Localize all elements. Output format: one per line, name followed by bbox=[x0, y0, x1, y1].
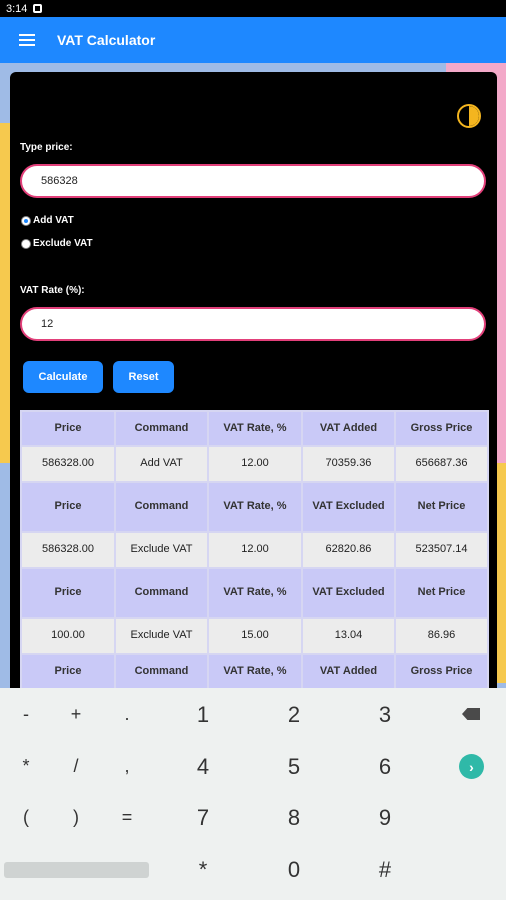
theme-toggle-icon[interactable] bbox=[457, 104, 481, 128]
header-cell: Net Price bbox=[394, 481, 489, 533]
header-cell: Command bbox=[114, 410, 209, 447]
backspace-icon[interactable] bbox=[462, 708, 480, 720]
header-cell: Price bbox=[20, 410, 116, 447]
header-cell: VAT Excluded bbox=[301, 481, 396, 533]
table-cell: Add VAT bbox=[114, 445, 209, 483]
table-cell: 100.00 bbox=[20, 617, 116, 655]
calculator-card: Type price: 586328 Add VAT Exclude VAT V… bbox=[10, 72, 497, 688]
header-cell: VAT Added bbox=[301, 410, 396, 447]
reset-button[interactable]: Reset bbox=[113, 361, 174, 393]
header-cell: Command bbox=[114, 567, 209, 619]
table-cell: 13.04 bbox=[301, 617, 396, 655]
key-9[interactable]: 9 bbox=[372, 805, 398, 831]
radio-exclude-vat-label: Exclude VAT bbox=[33, 238, 93, 249]
rate-input[interactable]: 12 bbox=[20, 307, 486, 341]
table-cell: 12.00 bbox=[207, 531, 303, 569]
app-bar: VAT Calculator bbox=[0, 17, 506, 63]
table-cell: 523507.14 bbox=[394, 531, 489, 569]
header-cell: VAT Rate, % bbox=[207, 653, 303, 688]
table-cell: 586328.00 bbox=[20, 531, 116, 569]
radio-unchecked-icon bbox=[21, 238, 31, 249]
key-plus[interactable]: + bbox=[66, 704, 86, 725]
key-close-paren[interactable]: ) bbox=[66, 807, 86, 828]
radio-add-vat[interactable]: Add VAT bbox=[21, 215, 74, 226]
key-7[interactable]: 7 bbox=[190, 805, 216, 831]
rate-label: VAT Rate (%): bbox=[20, 285, 85, 296]
radio-add-vat-label: Add VAT bbox=[33, 215, 74, 226]
price-input[interactable]: 586328 bbox=[20, 164, 486, 198]
header-cell: VAT Rate, % bbox=[207, 567, 303, 619]
key-3[interactable]: 3 bbox=[372, 702, 398, 728]
status-time: 3:14 bbox=[6, 2, 28, 15]
key-comma[interactable]: , bbox=[117, 756, 137, 777]
key-dot[interactable]: . bbox=[117, 704, 137, 725]
header-cell: VAT Added bbox=[301, 653, 396, 688]
header-cell: Gross Price bbox=[394, 653, 489, 688]
key-5[interactable]: 5 bbox=[281, 754, 307, 780]
table-header-row: Price Command VAT Rate, % VAT Excluded N… bbox=[20, 567, 489, 619]
key-open-paren[interactable]: ( bbox=[16, 807, 36, 828]
key-2[interactable]: 2 bbox=[281, 702, 307, 728]
calculate-button[interactable]: Calculate bbox=[23, 361, 103, 393]
table-cell: 12.00 bbox=[207, 445, 303, 483]
header-cell: VAT Excluded bbox=[301, 567, 396, 619]
table-cell: 656687.36 bbox=[394, 445, 489, 483]
header-cell: Gross Price bbox=[394, 410, 489, 447]
key-hash[interactable]: # bbox=[372, 857, 398, 883]
table-cell: 586328.00 bbox=[20, 445, 116, 483]
table-row: 586328.00 Add VAT 12.00 70359.36 656687.… bbox=[20, 445, 489, 483]
notification-icon bbox=[33, 4, 43, 13]
key-4[interactable]: 4 bbox=[190, 754, 216, 780]
header-cell: Price bbox=[20, 653, 116, 688]
spacebar[interactable] bbox=[4, 862, 149, 878]
table-cell: 15.00 bbox=[207, 617, 303, 655]
price-label: Type price: bbox=[20, 142, 73, 153]
header-cell: Command bbox=[114, 481, 209, 533]
table-header-row: Price Command VAT Rate, % VAT Added Gros… bbox=[20, 410, 489, 447]
key-minus[interactable]: - bbox=[16, 704, 36, 725]
table-header-row: Price Command VAT Rate, % VAT Excluded N… bbox=[20, 481, 489, 533]
key-asterisk[interactable]: * bbox=[16, 756, 36, 777]
header-cell: Price bbox=[20, 481, 116, 533]
app-title: VAT Calculator bbox=[57, 32, 156, 48]
menu-icon[interactable] bbox=[19, 34, 35, 46]
table-header-row: Price Command VAT Rate, % VAT Added Gros… bbox=[20, 653, 489, 688]
go-icon[interactable]: › bbox=[459, 754, 484, 779]
table-cell: Exclude VAT bbox=[114, 617, 209, 655]
header-cell: Command bbox=[114, 653, 209, 688]
key-8[interactable]: 8 bbox=[281, 805, 307, 831]
results-table: Price Command VAT Rate, % VAT Added Gros… bbox=[20, 410, 489, 688]
table-cell: Exclude VAT bbox=[114, 531, 209, 569]
status-bar: 3:14 bbox=[0, 0, 506, 17]
key-star[interactable]: * bbox=[190, 857, 216, 883]
radio-exclude-vat[interactable]: Exclude VAT bbox=[21, 238, 93, 249]
header-cell: VAT Rate, % bbox=[207, 481, 303, 533]
numeric-keyboard: - + . 1 2 3 * / , 4 5 6 › ( ) = 7 8 9 * … bbox=[0, 688, 506, 900]
header-cell: VAT Rate, % bbox=[207, 410, 303, 447]
header-cell: Price bbox=[20, 567, 116, 619]
table-cell: 62820.86 bbox=[301, 531, 396, 569]
table-cell: 70359.36 bbox=[301, 445, 396, 483]
radio-checked-icon bbox=[21, 215, 31, 226]
key-equals[interactable]: = bbox=[117, 807, 137, 828]
key-slash[interactable]: / bbox=[66, 756, 86, 777]
table-row: 586328.00 Exclude VAT 12.00 62820.86 523… bbox=[20, 531, 489, 569]
table-row: 100.00 Exclude VAT 15.00 13.04 86.96 bbox=[20, 617, 489, 655]
table-cell: 86.96 bbox=[394, 617, 489, 655]
key-1[interactable]: 1 bbox=[190, 702, 216, 728]
header-cell: Net Price bbox=[394, 567, 489, 619]
key-0[interactable]: 0 bbox=[281, 857, 307, 883]
key-6[interactable]: 6 bbox=[372, 754, 398, 780]
